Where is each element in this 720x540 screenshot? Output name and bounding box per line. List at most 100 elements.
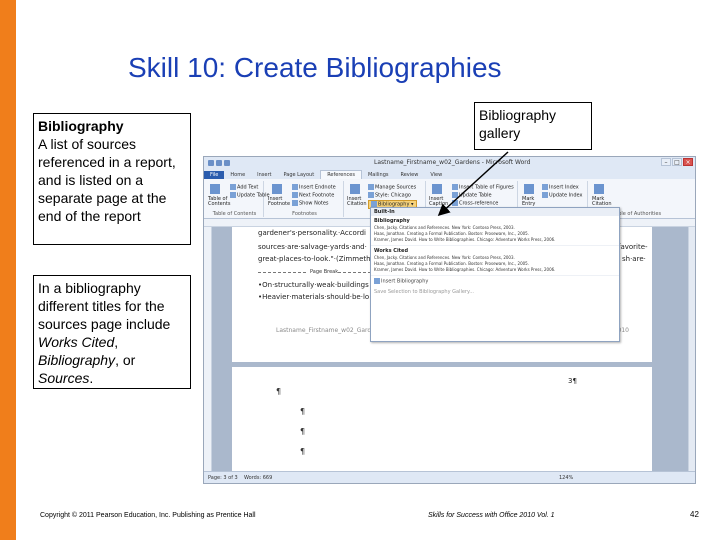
update-table-label: Update Table — [237, 192, 270, 199]
accent-bar — [0, 0, 16, 540]
word-icon[interactable] — [208, 160, 214, 166]
footnote-icon — [272, 184, 282, 194]
next-footnote-button[interactable]: Next Footnote — [292, 192, 334, 199]
endnote-icon — [292, 184, 298, 190]
next-footnote-label: Next Footnote — [299, 192, 335, 199]
gallery-item-title: Bibliography — [374, 218, 410, 224]
manage-sources-icon — [368, 184, 374, 190]
tab-mailings[interactable]: Mailings — [362, 171, 395, 179]
titles-bibliography: Bibliography — [38, 352, 116, 368]
callout-body: A list of sources referenced in a report… — [38, 136, 176, 224]
add-text-icon — [230, 184, 236, 190]
update-index-icon — [542, 192, 548, 198]
undo-icon[interactable] — [224, 160, 230, 166]
cross-reference-label: Cross-reference — [459, 200, 499, 207]
manage-sources-label: Manage Sources — [375, 184, 417, 191]
next-footnote-icon — [292, 192, 298, 198]
gallery-callout: Bibliography gallery — [474, 102, 592, 150]
titles-callout: In a bibliography different titles for t… — [33, 275, 191, 389]
save-icon[interactable] — [216, 160, 222, 166]
tab-view[interactable]: View — [424, 171, 448, 179]
show-notes-label: Show Notes — [299, 200, 329, 207]
insert-bibliography-item[interactable]: Insert Bibliography — [371, 276, 619, 287]
insert-bibliography-label: Insert Bibliography — [381, 278, 429, 285]
update-table-icon — [452, 192, 458, 198]
tab-page-layout[interactable]: Page Layout — [277, 171, 320, 179]
bibliography-definition-callout: Bibliography A list of sources reference… — [33, 113, 191, 245]
book-title: Skills for Success with Office 2010 Vol.… — [428, 512, 555, 519]
doc-footer: Lastname_Firstname_w02_Garde — [276, 327, 375, 334]
style-dropdown[interactable]: Style: Chicago — [368, 192, 411, 199]
show-notes-icon — [292, 200, 298, 206]
insert-index-label: Insert Index — [549, 184, 579, 191]
titles-works-cited: Works Cited — [38, 334, 115, 350]
mark-entry-button[interactable]: Mark Entry — [522, 197, 538, 207]
update-icon — [230, 192, 236, 198]
insert-table-figures-label: Insert Table of Figures — [459, 184, 514, 191]
insert-table-figures-button[interactable]: Insert Table of Figures — [452, 184, 514, 191]
cross-reference-button[interactable]: Cross-reference — [452, 200, 498, 207]
save-selection-item: Save Selection to Bibliography Gallery..… — [374, 288, 474, 295]
doc-line: sources·are·salvage·yards·and· — [258, 243, 367, 251]
titles-prefix: In a bibliography different titles for t… — [38, 280, 171, 332]
mark-citation-button[interactable]: Mark Citation — [592, 197, 612, 207]
tab-references[interactable]: References — [320, 170, 362, 179]
insert-citation-button[interactable]: Insert Citation — [347, 197, 367, 207]
update-table-button[interactable]: Update Table — [230, 192, 270, 199]
maximize-button[interactable]: □ — [672, 158, 682, 166]
title-bar: Lastname_Firstname_w02_Gardens - Microso… — [204, 157, 695, 169]
group-label-toc: Table of Contents — [212, 211, 257, 217]
gallery-item-bibliography[interactable]: Bibliography Chen, Jacky. Citations and … — [371, 216, 619, 246]
ribbon-tabs: File Home Insert Page Layout References … — [204, 169, 695, 179]
status-words[interactable]: Words: 669 — [244, 475, 272, 481]
page-break-label: Page Break — [310, 269, 339, 275]
word-window: Lastname_Firstname_w02_Gardens - Microso… — [203, 156, 696, 484]
insert-index-button[interactable]: Insert Index — [542, 184, 579, 191]
insert-footnote-button[interactable]: Insert Footnote — [268, 197, 290, 207]
slide-title: Skill 10: Create Bibliographies — [128, 52, 502, 83]
toc-button[interactable]: Table of Contents — [208, 197, 231, 207]
gallery-entry: Kramer, James David. How to Write Biblio… — [374, 267, 556, 272]
toc-icon — [210, 184, 220, 194]
paragraph-mark: ¶ — [300, 427, 306, 436]
update-table-figures-button[interactable]: Update Table — [452, 192, 492, 199]
manage-sources-button[interactable]: Manage Sources — [368, 184, 416, 191]
copyright-text: Copyright © 2011 Pearson Education, Inc.… — [40, 512, 256, 519]
slide-number: 42 — [690, 510, 699, 519]
tab-review[interactable]: Review — [394, 171, 424, 179]
doc-line-right: sh·are· — [622, 255, 646, 263]
style-icon — [368, 192, 374, 198]
gallery-item-title: Works Cited — [374, 248, 409, 254]
close-button[interactable]: × — [683, 158, 693, 166]
doc-line-right: favorite- — [618, 243, 648, 251]
doc-line: great-places-to-look."·(Zimmeth — [258, 255, 371, 263]
citation-icon — [350, 184, 360, 194]
tab-insert[interactable]: Insert — [251, 171, 277, 179]
vertical-scrollbar[interactable] — [688, 227, 695, 473]
insert-endnote-button[interactable]: Insert Endnote — [292, 184, 336, 191]
insert-caption-button[interactable]: Insert Caption — [429, 197, 449, 207]
gallery-item-works-cited[interactable]: Works Cited Chen, Jacky. Citations and R… — [371, 246, 619, 276]
tab-home[interactable]: Home — [224, 171, 251, 179]
bibliography-gallery: Built-In Bibliography Chen, Jacky. Citat… — [370, 207, 620, 342]
caption-icon — [432, 184, 442, 194]
add-text-button[interactable]: Add Text — [230, 184, 258, 191]
status-zoom[interactable]: 124% — [559, 475, 573, 481]
page-break-line — [258, 272, 306, 273]
update-index-button[interactable]: Update Index — [542, 192, 582, 199]
callout-heading: Bibliography — [38, 118, 124, 134]
status-page[interactable]: Page: 3 of 3 — [208, 475, 238, 481]
minimize-button[interactable]: – — [661, 158, 671, 166]
gallery-builtin-header: Built-In — [371, 208, 619, 216]
group-toc: Table of Contents Add Text Update Table … — [206, 181, 270, 217]
insert-index-icon — [542, 184, 548, 190]
tab-file[interactable]: File — [204, 171, 225, 179]
mark-citation-icon — [594, 184, 604, 194]
titles-sources: Sources — [38, 370, 90, 386]
titles-sep: , or — [115, 352, 136, 368]
show-notes-button[interactable]: Show Notes — [292, 200, 329, 207]
doc-line: •On·structurally·weak·buildings — [258, 281, 369, 289]
doc-line: gardener's·personality.·Accordi — [258, 229, 366, 237]
titles-end: . — [89, 370, 94, 386]
mark-entry-icon — [524, 184, 534, 194]
